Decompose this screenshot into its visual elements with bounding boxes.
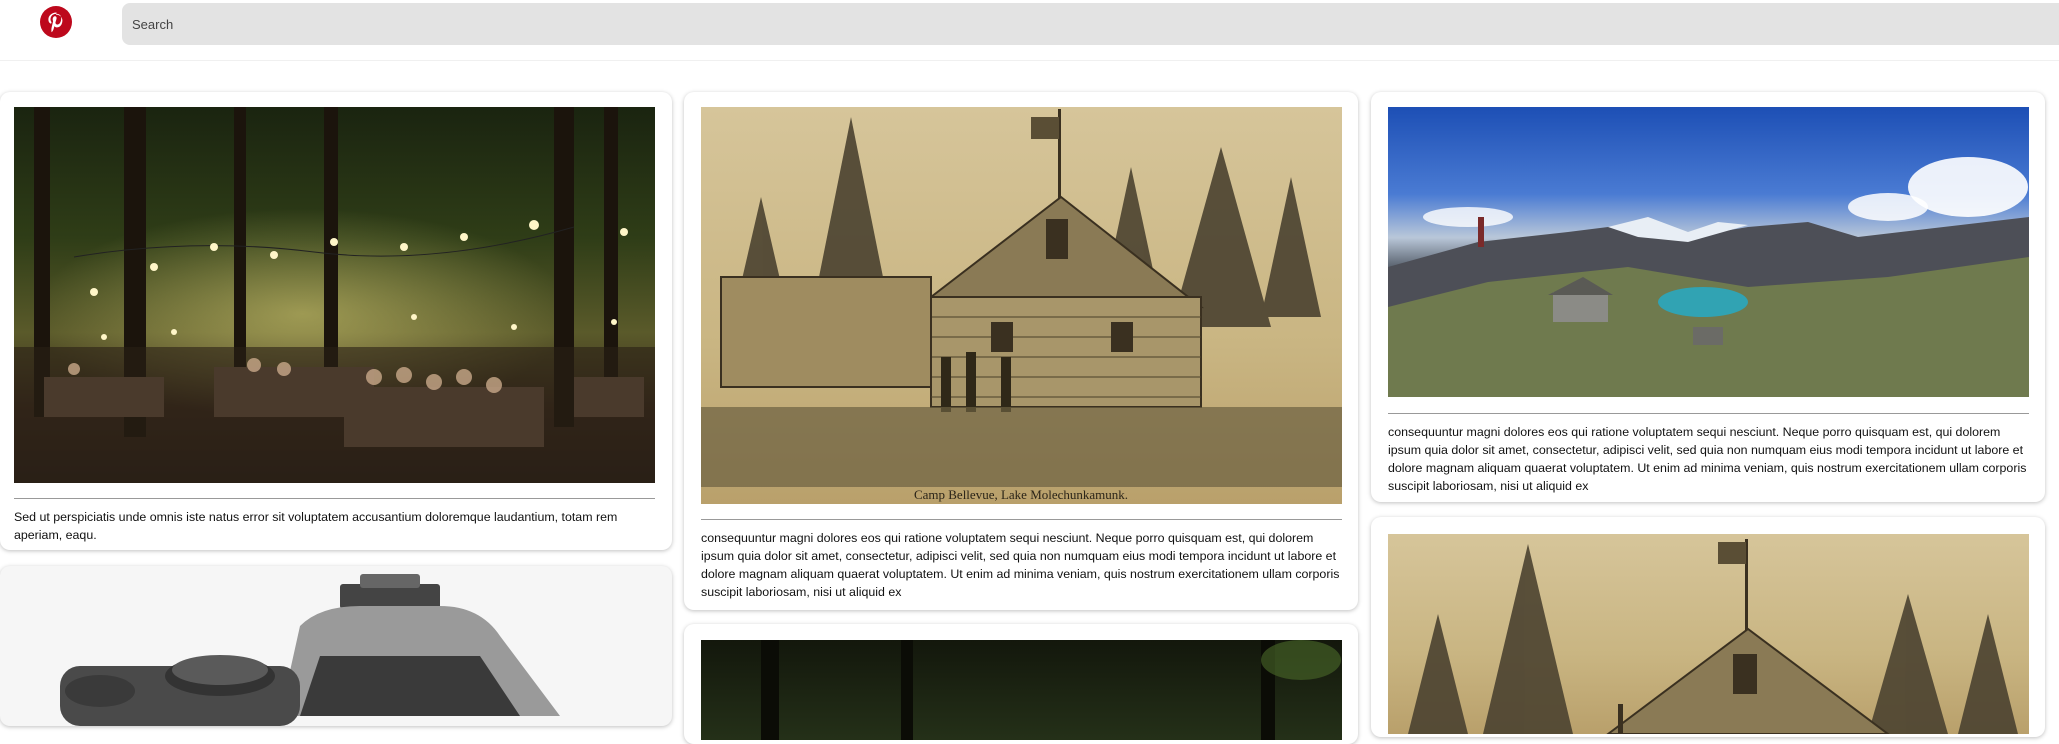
pin-image[interactable] <box>14 107 655 483</box>
pin-card[interactable]: Sed ut perspiciatis unde omnis iste natu… <box>0 92 672 550</box>
camp-bellevue-engraving-illustration <box>1408 539 2018 734</box>
pin-caption: Sed ut perspiciatis unde omnis iste natu… <box>14 510 618 542</box>
forest-night-illustration <box>761 640 1341 740</box>
camera-illustration <box>60 574 560 726</box>
forest-beer-garden-illustration <box>14 107 655 483</box>
pin-image[interactable] <box>1388 107 2029 397</box>
pin-card[interactable] <box>1371 517 2045 737</box>
search-input[interactable] <box>122 3 2059 45</box>
pin-card[interactable] <box>0 566 672 726</box>
pin-image[interactable] <box>701 640 1342 740</box>
camp-bellevue-engraving-illustration: Camp Bellevue, Lake Molechunkamunk. <box>701 109 1342 502</box>
top-bar <box>0 0 2059 61</box>
pin-caption: consequuntur magni dolores eos qui ratio… <box>1388 425 2027 493</box>
pinterest-logo-icon[interactable] <box>40 6 72 38</box>
caption-divider <box>14 498 655 499</box>
pin-card[interactable]: consequuntur magni dolores eos qui ratio… <box>1371 92 2045 502</box>
pin-image[interactable] <box>1388 534 2029 734</box>
pin-card[interactable]: Camp Bellevue, Lake Molechunkamunk. cons… <box>684 92 1358 610</box>
alpine-lake-illustration <box>1388 157 2029 397</box>
pin-card[interactable] <box>684 624 1358 744</box>
caption-divider <box>1388 413 2029 414</box>
pin-caption: consequuntur magni dolores eos qui ratio… <box>701 531 1340 599</box>
pin-image[interactable]: Camp Bellevue, Lake Molechunkamunk. <box>701 107 1342 504</box>
caption-divider <box>701 519 1342 520</box>
engraving-caption-text: Camp Bellevue, Lake Molechunkamunk. <box>914 487 1128 502</box>
